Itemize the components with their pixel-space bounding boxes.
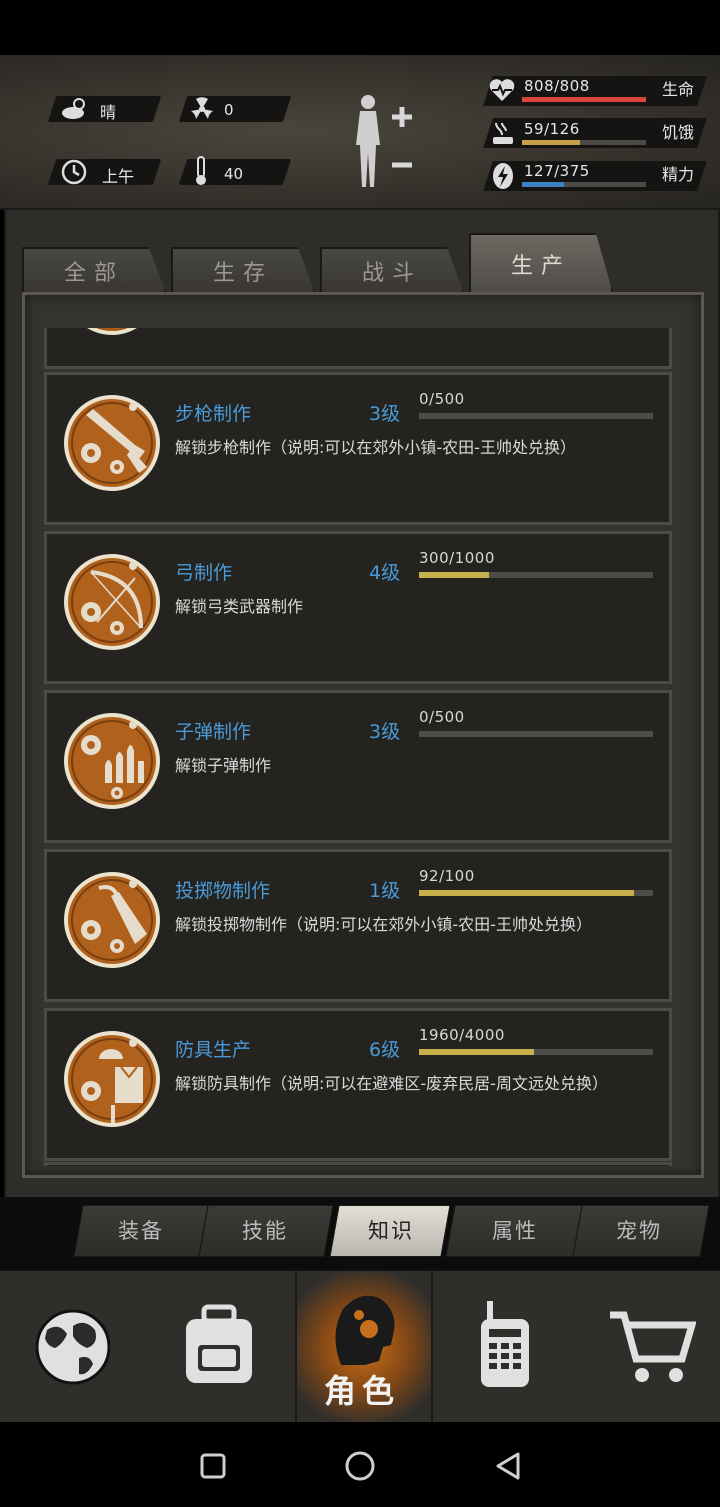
skill-card[interactable]: 步枪制作 3级 0/500 解锁步枪制作（说明:可以在郊外小镇-农田-王帅处兑换… (44, 372, 672, 525)
nav-world[interactable] (0, 1271, 145, 1424)
skill-progress-fill (419, 1049, 534, 1055)
walkie-talkie-icon (481, 1301, 529, 1387)
subtab-equipment-label: 装备 (118, 1219, 164, 1243)
nav-shop[interactable] (574, 1271, 720, 1424)
armor-craft-icon (64, 1031, 160, 1127)
backpack-icon (186, 1304, 252, 1383)
skill-progress-text: 1960/4000 (419, 1026, 505, 1044)
skill-progress-fill (419, 572, 490, 578)
skill-card[interactable]: 子弹制作 3级 0/500 解锁子弹制作 (44, 690, 672, 843)
skill-card[interactable]: 弓制作 4级 300/1000 解锁弓类武器制作 (44, 531, 672, 684)
skill-progress-track (419, 1049, 653, 1055)
skill-title: 防具生产 (175, 1039, 252, 1061)
skill-title: 弓制作 (175, 562, 233, 584)
skill-progress-text: 0/500 (419, 708, 465, 726)
skill-level: 3级 (369, 721, 401, 743)
skill-card-partial (44, 1162, 672, 1166)
energy-value: 127/375 (524, 162, 590, 180)
skill-level: 6级 (369, 1039, 401, 1061)
weather-text: 晴 (100, 103, 117, 122)
skill-title: 子弹制作 (175, 721, 252, 743)
hunger-track (522, 140, 646, 145)
nav-radio[interactable] (429, 1271, 574, 1424)
skill-progress-track (419, 413, 653, 419)
heart-pulse-icon (489, 79, 515, 101)
skill-description: 解锁步枪制作（说明:可以在郊外小镇-农田-王帅处兑换） (175, 438, 576, 457)
energy-track (522, 182, 646, 187)
thermometer-icon (196, 156, 206, 185)
time-of-day: 上午 (102, 167, 135, 186)
skill-progress-track (419, 731, 653, 737)
skill-progress-text: 92/100 (419, 867, 475, 885)
skill-list[interactable]: 步枪制作 3级 0/500 解锁步枪制作（说明:可以在郊外小镇-农田-王帅处兑换… (44, 328, 672, 1166)
tab-production[interactable]: 生产 (469, 233, 613, 293)
health-value: 808/808 (524, 77, 590, 95)
energy-icon (493, 163, 513, 189)
subtab-attributes-label: 属性 (492, 1219, 538, 1243)
radiation-icon (191, 97, 213, 119)
bow-craft-icon (64, 554, 160, 650)
hunger-fill (522, 140, 581, 145)
character-head-icon (335, 1295, 395, 1365)
skill-progress-track (419, 572, 653, 578)
globe-icon (35, 1309, 111, 1385)
subtab-pets-label: 宠物 (616, 1219, 662, 1243)
home-icon[interactable] (344, 1450, 376, 1482)
hunger-icon (493, 122, 513, 144)
health-fill (522, 97, 646, 102)
tab-all[interactable]: 全部 (22, 247, 166, 293)
character-nav-label: 角色 (323, 1372, 400, 1410)
subtab-knowledge-label: 知识 (368, 1219, 414, 1243)
body-status-button[interactable] (346, 93, 418, 193)
skill-level: 4级 (369, 562, 401, 584)
skill-progress-text: 0/500 (419, 390, 465, 408)
cloud-sun-icon (62, 98, 85, 119)
skill-level: 1级 (369, 880, 401, 902)
skill-level: 3级 (369, 403, 401, 425)
energy-label: 精力 (662, 165, 695, 184)
skill-description: 解锁弓类武器制作 (175, 597, 304, 616)
recents-icon[interactable] (199, 1452, 227, 1480)
health-label: 生命 (662, 80, 695, 99)
radiation-value: 0 (224, 101, 234, 119)
shopping-cart-icon (610, 1311, 696, 1382)
temperature-value: 40 (224, 165, 244, 183)
subtab-skills-label: 技能 (242, 1219, 288, 1243)
status-header: 晴 0 上午 40 808/808 59/126 127/375 生命 饥饿 精… (0, 55, 720, 210)
system-navigation-bar (0, 1422, 720, 1507)
tab-survival-label: 生存 (212, 261, 273, 286)
tab-combat-label: 战斗 (361, 261, 422, 286)
back-icon[interactable] (494, 1451, 522, 1481)
throwable-craft-icon (64, 872, 160, 968)
skill-title: 步枪制作 (175, 403, 252, 425)
skill-card[interactable]: 防具生产 6级 1960/4000 解锁防具制作（说明:可以在避难区-废弃民居-… (44, 1008, 672, 1161)
bullet-craft-icon (64, 713, 160, 809)
skill-card[interactable]: 投掷物制作 1级 92/100 解锁投掷物制作（说明:可以在郊外小镇-农田-王帅… (44, 849, 672, 1002)
tab-all-label: 全部 (63, 261, 124, 286)
skill-progress-fill (419, 890, 635, 896)
rifle-craft-icon (64, 395, 160, 491)
tab-combat[interactable]: 战斗 (320, 247, 464, 293)
skill-progress-text: 300/1000 (419, 549, 495, 567)
skill-icon-partial (87, 328, 137, 335)
skill-description: 解锁投掷物制作（说明:可以在郊外小镇-农田-王帅处兑换） (175, 915, 592, 934)
tab-production-label: 生产 (510, 254, 571, 279)
health-track (522, 97, 646, 102)
skill-description: 解锁防具制作（说明:可以在避难区-废弃民居-周文远处兑换） (175, 1074, 608, 1093)
skill-card-partial (44, 328, 672, 369)
skill-title: 投掷物制作 (175, 880, 271, 902)
nav-backpack[interactable] (145, 1271, 295, 1424)
tab-survival[interactable]: 生存 (171, 247, 315, 293)
hunger-value: 59/126 (524, 120, 580, 138)
clock-icon (61, 159, 87, 185)
skill-progress-track (419, 890, 653, 896)
hunger-label: 饥饿 (662, 123, 695, 142)
sub-tab-bar: 装备 技能 知识 属性 宠物 (0, 1197, 720, 1269)
energy-fill (522, 182, 565, 187)
skill-description: 解锁子弹制作 (175, 756, 272, 775)
